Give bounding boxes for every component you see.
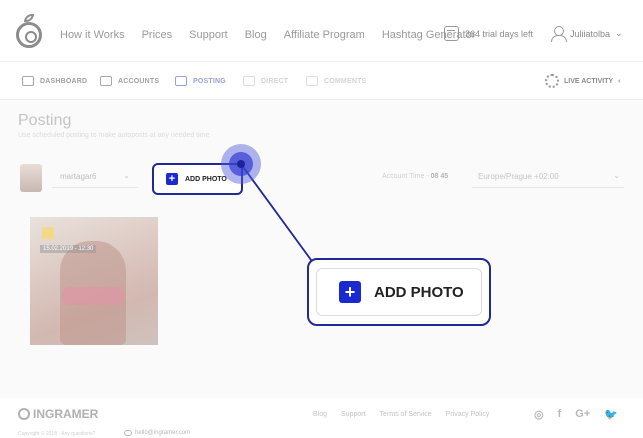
user-icon: [551, 26, 567, 42]
tab-comments-label: COMMENTS: [324, 77, 367, 85]
chevron-down-icon: ⌄: [613, 171, 620, 180]
nav-link-how-it-works[interactable]: How it Works: [60, 29, 125, 41]
user-menu[interactable]: Juliiatolba ⌄: [551, 26, 623, 42]
footer-link-privacy[interactable]: Privacy Policy: [446, 411, 490, 418]
comments-icon: [306, 76, 318, 86]
chevron-down-icon: ⌄: [123, 171, 130, 180]
tab-dashboard[interactable]: DASHBOARD: [22, 76, 87, 86]
tab-comments[interactable]: COMMENTS: [306, 76, 366, 86]
tab-direct-label: DIRECT: [261, 77, 289, 85]
click-indicator-dot: [237, 160, 245, 168]
facebook-icon[interactable]: f: [558, 408, 562, 421]
footer-links: Blog Support Terms of Service Privacy Po…: [313, 411, 489, 418]
email-icon: [124, 430, 132, 436]
scheduled-date: 15.02.2019 - 12:30: [40, 245, 97, 253]
footer-link-blog[interactable]: Blog: [313, 411, 327, 418]
live-activity-label: LIVE ACTIVITY: [564, 77, 614, 85]
nav-link-support[interactable]: Support: [189, 29, 228, 41]
gear-icon: [545, 74, 559, 88]
chevron-down-icon: ⌄: [615, 28, 623, 38]
timezone-value: Europe/Prague +02:00: [478, 172, 559, 181]
footer-email-text: hello@ingramer.com: [135, 430, 191, 436]
avatar: [20, 164, 42, 192]
tab-dashboard-label: DASHBOARD: [40, 77, 88, 85]
add-photo-label: ADD PHOTO: [185, 175, 227, 183]
tab-direct[interactable]: DIRECT: [243, 76, 288, 86]
footer-brand: INGRAMER: [33, 407, 99, 421]
plus-icon: +: [166, 173, 178, 185]
page: How it Works Prices Support Blog Affilia…: [0, 0, 643, 438]
add-photo-label-zoomed: ADD PHOTO: [374, 283, 464, 301]
page-title: Posting: [18, 112, 72, 129]
nav-links: How it Works Prices Support Blog Affilia…: [60, 29, 475, 41]
calendar-icon: [444, 26, 459, 41]
timezone-select[interactable]: Europe/Prague +02:00 ⌄: [472, 168, 624, 188]
account-name: martagar6: [60, 172, 97, 181]
footer-logo[interactable]: INGRAMER: [18, 407, 98, 421]
direct-icon: [243, 76, 255, 86]
logo-leaf-icon: [24, 14, 34, 22]
user-name: Juliiatolba: [570, 28, 611, 39]
nav-link-prices[interactable]: Prices: [142, 29, 173, 41]
google-plus-icon[interactable]: G+: [575, 408, 590, 421]
copyright: Copyright © 2018 · Any questions?: [18, 431, 96, 437]
instagram-icon[interactable]: ◎: [534, 408, 544, 421]
top-navigation: How it Works Prices Support Blog Affilia…: [0, 0, 643, 62]
photo-detail: [62, 287, 124, 305]
footer: INGRAMER Blog Support Terms of Service P…: [0, 398, 643, 438]
tab-accounts-label: ACCOUNTS: [118, 77, 160, 85]
chevron-left-icon: ‹: [618, 77, 621, 85]
footer-link-terms[interactable]: Terms of Service: [380, 411, 432, 418]
account-time-value: 08 45: [430, 173, 449, 180]
plus-icon: +: [339, 281, 361, 303]
account-select[interactable]: martagar6 ⌄: [52, 168, 138, 188]
section-tabs: DASHBOARD ACCOUNTS POSTING DIRECT COMMEN…: [0, 62, 643, 100]
trial-text: 364 trial days left: [465, 28, 534, 39]
ingramer-logo-icon[interactable]: [16, 22, 42, 48]
account-time-label: Account Time -: [382, 173, 431, 180]
page-subtitle: Use scheduled posting to make autoposts …: [18, 132, 210, 139]
live-activity-toggle[interactable]: LIVE ACTIVITY ‹: [545, 74, 620, 88]
footer-link-support[interactable]: Support: [341, 411, 366, 418]
twitter-icon[interactable]: 🐦: [604, 408, 618, 421]
add-photo-button-zoomed[interactable]: + ADD PHOTO: [316, 268, 482, 316]
nav-link-affiliate[interactable]: Affiliate Program: [284, 29, 365, 41]
nav-link-blog[interactable]: Blog: [245, 29, 267, 41]
post-type-icon: [42, 227, 54, 239]
scheduled-photo-thumbnail[interactable]: 15.02.2019 - 12:30: [30, 217, 158, 345]
footer-email[interactable]: hello@ingramer.com: [124, 430, 190, 436]
footer-social: ◎ f G+ 🐦: [534, 408, 618, 421]
trial-days[interactable]: 364 trial days left: [444, 26, 533, 41]
dashboard-icon: [22, 76, 34, 86]
tab-posting[interactable]: POSTING: [175, 76, 226, 86]
footer-logo-icon: [18, 408, 30, 420]
tab-accounts[interactable]: ACCOUNTS: [100, 76, 159, 86]
plus-square-icon: [175, 76, 187, 86]
accounts-icon: [100, 76, 112, 86]
account-time: Account Time - 08 45: [382, 173, 448, 180]
tab-posting-label: POSTING: [193, 77, 226, 85]
